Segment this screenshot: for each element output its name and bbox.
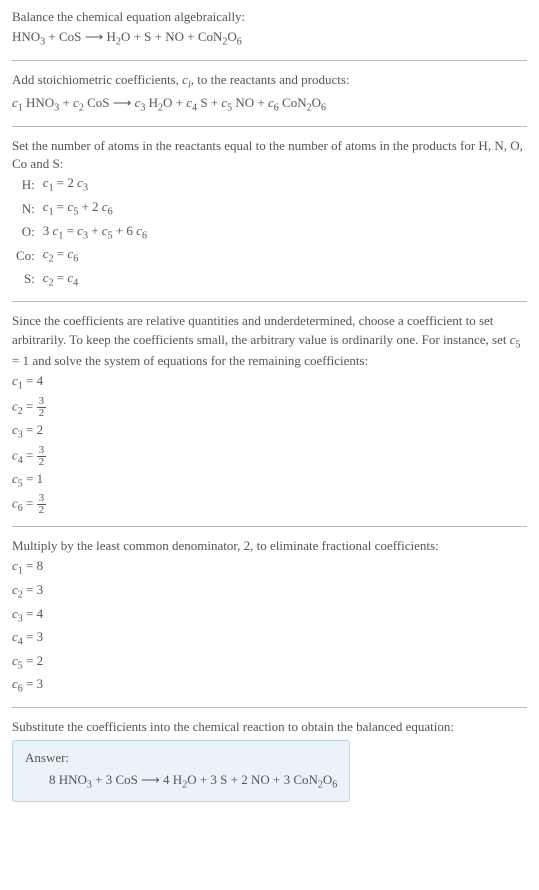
section-title: Add stoichiometric coefficients, ci, to … <box>12 71 527 93</box>
equation-with-coeffs: c1 HNO3 + c2 CoS ⟶ c3 H2O + c4 S + c5 NO… <box>12 94 527 116</box>
coeff-list: c1 = 4 c2 = 32 c3 = 2 c4 = 32 c5 = 1 c6 … <box>12 372 527 516</box>
section-title: Since the coefficients are relative quan… <box>12 312 527 370</box>
section-title: Multiply by the least common denominator… <box>12 537 527 555</box>
section-balance-title: Balance the chemical equation algebraica… <box>12 8 527 50</box>
coeff-row: c6 = 32 <box>12 493 527 516</box>
elem-label: O: <box>12 221 39 245</box>
table-row: O: 3 c1 = c3 + c5 + 6 c6 <box>12 221 151 245</box>
elem-label: H: <box>12 173 39 197</box>
answer-box: Answer: 8 HNO3 + 3 CoS ⟶ 4 H2O + 3 S + 2… <box>12 740 350 802</box>
coeff-row: c2 = 32 <box>12 396 527 419</box>
coeff-row: c4 = 32 <box>12 445 527 468</box>
divider <box>12 301 527 302</box>
elem-eq: c1 = c5 + 2 c6 <box>39 197 151 221</box>
section-multiply: Multiply by the least common denominator… <box>12 537 527 697</box>
coeff-row: c2 = 3 <box>12 581 527 603</box>
section-atom-balance: Set the number of atoms in the reactants… <box>12 137 527 291</box>
coeff-row: c1 = 8 <box>12 557 527 579</box>
divider <box>12 526 527 527</box>
coeff-list: c1 = 8 c2 = 3 c3 = 4 c4 = 3 c5 = 2 c6 = … <box>12 557 527 697</box>
divider <box>12 707 527 708</box>
section-solve: Since the coefficients are relative quan… <box>12 312 527 516</box>
divider <box>12 60 527 61</box>
elem-eq: c2 = c4 <box>39 268 151 292</box>
elem-label: S: <box>12 268 39 292</box>
elem-eq: c1 = 2 c3 <box>39 173 151 197</box>
section-title: Substitute the coefficients into the che… <box>12 718 527 736</box>
coeff-row: c5 = 2 <box>12 652 527 674</box>
section-stoich: Add stoichiometric coefficients, ci, to … <box>12 71 527 116</box>
section-title: Balance the chemical equation algebraica… <box>12 8 527 26</box>
section-title: Set the number of atoms in the reactants… <box>12 137 527 173</box>
table-row: H: c1 = 2 c3 <box>12 173 151 197</box>
coeff-row: c4 = 3 <box>12 628 527 650</box>
coeff-row: c5 = 1 <box>12 470 527 492</box>
elem-eq: 3 c1 = c3 + c5 + 6 c6 <box>39 221 151 245</box>
answer-equation: 8 HNO3 + 3 CoS ⟶ 4 H2O + 3 S + 2 NO + 3 … <box>25 771 337 793</box>
coeff-row: c3 = 4 <box>12 605 527 627</box>
table-row: S: c2 = c4 <box>12 268 151 292</box>
section-answer: Substitute the coefficients into the che… <box>12 718 527 802</box>
elem-label: Co: <box>12 244 39 268</box>
atom-balance-table: H: c1 = 2 c3 N: c1 = c5 + 2 c6 O: 3 c1 =… <box>12 173 151 291</box>
divider <box>12 126 527 127</box>
elem-eq: c2 = c6 <box>39 244 151 268</box>
table-row: N: c1 = c5 + 2 c6 <box>12 197 151 221</box>
equation-unbalanced: HNO3 + CoS ⟶ H2O + S + NO + CoN2O6 <box>12 28 527 50</box>
coeff-row: c6 = 3 <box>12 675 527 697</box>
coeff-row: c3 = 2 <box>12 421 527 443</box>
elem-label: N: <box>12 197 39 221</box>
answer-label: Answer: <box>25 749 337 767</box>
coeff-row: c1 = 4 <box>12 372 527 394</box>
table-row: Co: c2 = c6 <box>12 244 151 268</box>
